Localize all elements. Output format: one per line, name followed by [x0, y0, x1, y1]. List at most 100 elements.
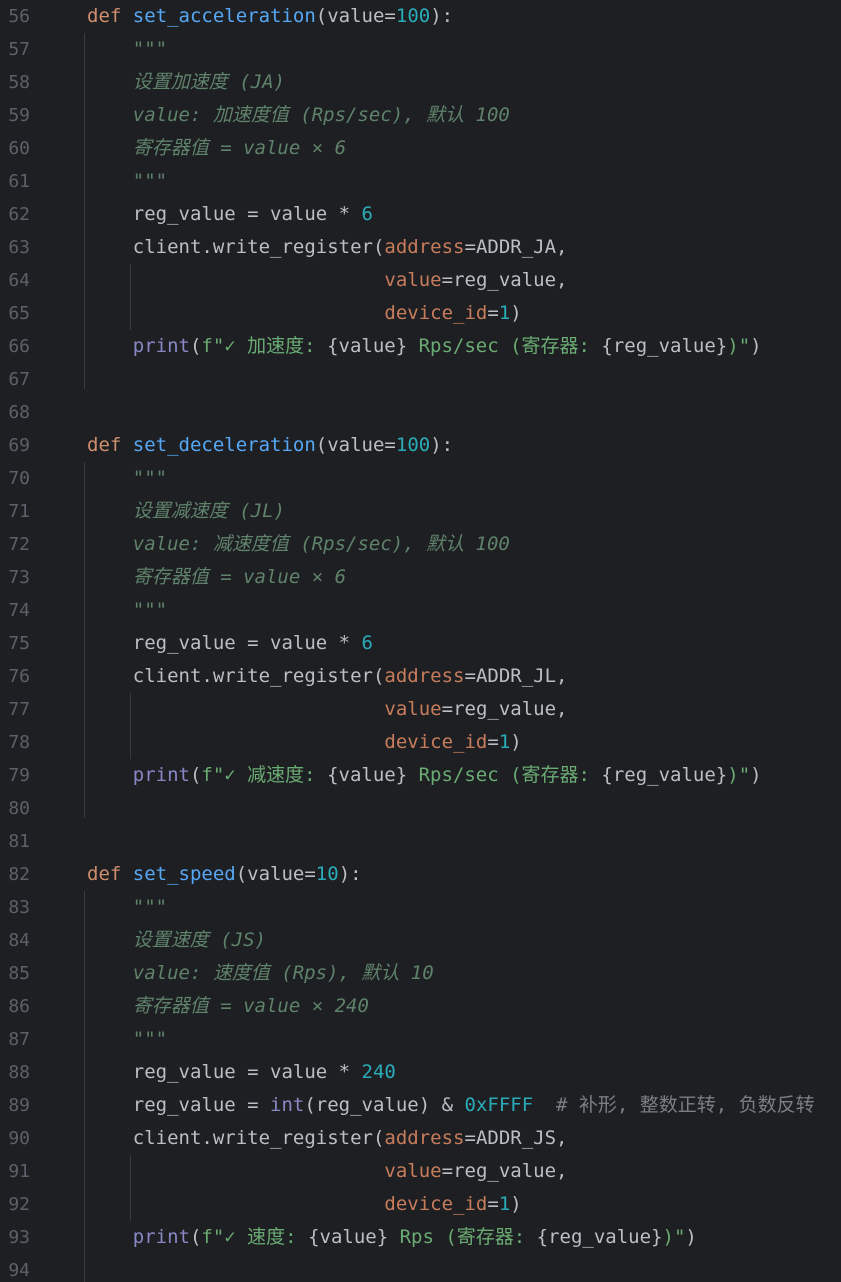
code-content: """ [87, 891, 167, 924]
docstring: 设置加速度 (JA) [132, 71, 285, 93]
code-line[interactable]: 86 寄存器值 = value × 240 [0, 990, 841, 1023]
line-number: 67 [8, 369, 30, 390]
string-literal: f"✓ 减速度: [201, 764, 328, 786]
docstring: """ [132, 467, 168, 489]
code-line[interactable]: 80 [0, 792, 841, 825]
line-number: 79 [8, 765, 30, 786]
code-line[interactable]: 91 value=reg_value, [0, 1155, 841, 1188]
code-line[interactable]: 65 device_id=1) [0, 297, 841, 330]
code-content: value: 速度值 (Rps), 默认 10 [87, 957, 434, 990]
code-line[interactable]: 60 寄存器值 = value × 6 [0, 132, 841, 165]
code-line[interactable]: 88 reg_value = value * 240 [0, 1056, 841, 1089]
code-line[interactable]: 63 client.write_register(address=ADDR_JA… [0, 231, 841, 264]
code-line[interactable]: 67 [0, 363, 841, 396]
code-content: """ [87, 594, 167, 627]
code-line[interactable]: 72 value: 减速度值 (Rps/sec), 默认 100 [0, 528, 841, 561]
code-text: ( [189, 764, 202, 786]
code-text: =ADDR_JL, [464, 665, 568, 687]
code-line[interactable]: 85 value: 速度值 (Rps), 默认 10 [0, 957, 841, 990]
code-text: client.write_register( [87, 665, 385, 687]
number-literal: 0xFFFF [464, 1094, 534, 1116]
code-line[interactable]: 56 def set_acceleration(value=100): [0, 0, 841, 33]
line-number: 91 [8, 1161, 30, 1182]
code-line[interactable]: 61 """ [0, 165, 841, 198]
code-line[interactable]: 68 [0, 396, 841, 429]
code-line[interactable]: 64 value=reg_value, [0, 264, 841, 297]
number-literal: 1 [498, 731, 511, 753]
line-number: 83 [8, 897, 30, 918]
code-text: (value= [315, 434, 396, 456]
code-line[interactable]: 90 client.write_register(address=ADDR_JS… [0, 1122, 841, 1155]
code-line[interactable]: 93 print(f"✓ 速度: {value} Rps (寄存器: {reg_… [0, 1221, 841, 1254]
code-line[interactable]: 81 [0, 825, 841, 858]
line-number: 57 [8, 39, 30, 60]
code-line[interactable]: 84 设置速度 (JS) [0, 924, 841, 957]
builtin: print [132, 1226, 190, 1248]
code-line[interactable]: 94 [0, 1254, 841, 1282]
code-content: def set_speed(value=10): [87, 858, 362, 891]
docstring: value: 速度值 (Rps), 默认 10 [132, 962, 434, 984]
code-line[interactable]: 87 """ [0, 1023, 841, 1056]
code-line[interactable]: 92 device_id=1) [0, 1188, 841, 1221]
code-content: """ [87, 33, 167, 66]
code-line[interactable]: 89 reg_value = int(reg_value) & 0xFFFF #… [0, 1089, 841, 1122]
parameter-name: device_id [384, 1193, 488, 1215]
code-editor[interactable]: 56 def set_acceleration(value=100): 57 """… [0, 0, 841, 1282]
code-content: 寄存器值 = value × 6 [87, 561, 346, 594]
code-content: print(f"✓ 速度: {value} Rps (寄存器: {reg_val… [87, 1221, 697, 1254]
parameter-name: value [384, 1160, 442, 1182]
code-text: ) [750, 764, 762, 786]
function-name: set_acceleration [132, 5, 316, 27]
code-line[interactable]: 79 print(f"✓ 减速度: {value} Rps/sec (寄存器: … [0, 759, 841, 792]
docstring: """ [132, 38, 168, 60]
code-line[interactable]: 76 client.write_register(address=ADDR_JL… [0, 660, 841, 693]
code-line[interactable]: 59 value: 加速度值 (Rps/sec), 默认 100 [0, 99, 841, 132]
code-line[interactable]: 77 value=reg_value, [0, 693, 841, 726]
line-number: 92 [8, 1194, 30, 1215]
code-line[interactable]: 74 """ [0, 594, 841, 627]
line-number: 84 [8, 930, 30, 951]
docstring: 设置速度 (JS) [132, 929, 266, 951]
code-text: client.write_register( [87, 1127, 385, 1149]
code-line[interactable]: 70 """ [0, 462, 841, 495]
code-line[interactable]: 69 def set_deceleration(value=100): [0, 429, 841, 462]
code-content: 设置加速度 (JA) [87, 66, 285, 99]
code-line[interactable]: 73 寄存器值 = value × 6 [0, 561, 841, 594]
code-line[interactable]: 78 device_id=1) [0, 726, 841, 759]
code-line[interactable]: 82 def set_speed(value=10): [0, 858, 841, 891]
keyword: def [87, 863, 133, 885]
line-number: 82 [8, 864, 30, 885]
code-text: ) [685, 1226, 697, 1248]
code-line[interactable]: 58 设置加速度 (JA) [0, 66, 841, 99]
docstring: """ [132, 896, 168, 918]
code-content: value=reg_value, [87, 264, 567, 297]
code-text: =ADDR_JA, [464, 236, 568, 258]
code-content: """ [87, 462, 167, 495]
code-text: {reg_value} [601, 335, 728, 357]
code-line[interactable]: 57 """ [0, 33, 841, 66]
code-content: 设置速度 (JS) [87, 924, 266, 957]
code-line[interactable]: 62 reg_value = value * 6 [0, 198, 841, 231]
string-literal: f"✓ 速度: [201, 1226, 309, 1248]
function-name: set_deceleration [132, 434, 316, 456]
code-content: """ [87, 165, 167, 198]
code-text: (reg_value) & [304, 1094, 465, 1116]
builtin: int [270, 1094, 305, 1116]
code-line[interactable]: 75 reg_value = value * 6 [0, 627, 841, 660]
code-line[interactable]: 71 设置减速度 (JL) [0, 495, 841, 528]
line-number: 90 [8, 1128, 30, 1149]
keyword: def [87, 5, 133, 27]
code-line[interactable]: 83 """ [0, 891, 841, 924]
parameter-name: address [384, 236, 465, 258]
code-line[interactable]: 66 print(f"✓ 加速度: {value} Rps/sec (寄存器: … [0, 330, 841, 363]
